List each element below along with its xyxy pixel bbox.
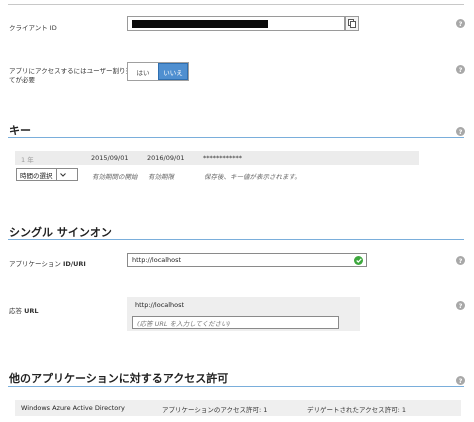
copy-button[interactable] (345, 16, 359, 31)
reply-url-value: http://localhost (135, 301, 185, 309)
copy-icon (348, 19, 356, 28)
client-id-field[interactable] (127, 16, 345, 31)
help-icon[interactable]: ? (456, 127, 465, 136)
chevron-down-icon (57, 169, 70, 180)
permissions-section-rule (8, 386, 464, 387)
new-key-end-placeholder: 有効期限 (148, 173, 174, 181)
permission-app-name: Windows Azure Active Directory (21, 404, 125, 412)
sso-section-rule (8, 239, 464, 240)
new-key-start-placeholder: 有効期間の開始 (92, 173, 138, 181)
app-id-uri-label: アプリケーション ID/URI (9, 260, 86, 268)
help-icon[interactable]: ? (456, 19, 465, 28)
help-icon[interactable]: ? (456, 256, 465, 265)
keys-section-rule (8, 137, 464, 138)
duration-select[interactable]: 時間の選択 (16, 168, 78, 181)
toggle-no-button[interactable]: いいえ (158, 63, 188, 80)
check-icon (354, 256, 363, 265)
help-icon[interactable]: ? (456, 65, 465, 74)
client-id-label: クライアント ID (9, 24, 57, 32)
access-assignment-label: アプリにアクセスするにはユーザー割り当 てが必要 (9, 67, 133, 84)
duration-select-value: 時間の選択 (17, 169, 57, 180)
access-assignment-toggle: はい いいえ (127, 62, 189, 81)
permission-row[interactable]: Windows Azure Active Directory アプリケーションの… (15, 400, 461, 416)
key-duration: 1 年 (21, 156, 34, 164)
top-divider (8, 4, 464, 5)
permissions-section-title: 他のアプリケーションに対するアクセス許可 (9, 372, 229, 385)
key-row: 1 年 2015/09/01 2016/09/01 ************ (15, 151, 419, 165)
key-start-date: 2015/09/01 (91, 154, 129, 162)
sso-section-title: シングル サインオン (9, 226, 112, 239)
toggle-yes-button[interactable]: はい (128, 63, 158, 80)
reply-url-label: 応答 URL (9, 307, 39, 315)
key-value: ************ (203, 154, 242, 162)
permission-app-count: アプリケーションのアクセス許可: 1 (162, 406, 268, 414)
app-id-uri-input[interactable]: http://localhost (127, 253, 367, 267)
permission-delegated-count: デリゲートされたアクセス許可: 1 (307, 406, 407, 414)
reply-url-list: http://localhost (応答 URL を入力してください) (127, 297, 360, 331)
help-icon[interactable]: ? (456, 301, 465, 310)
key-end-date: 2016/09/01 (147, 154, 185, 162)
client-id-redacted (132, 20, 268, 28)
new-key-value-hint: 保存後、キー値が表示されます。 (204, 173, 301, 181)
keys-section-title: キー (9, 124, 31, 137)
help-icon[interactable]: ? (456, 376, 465, 385)
reply-url-input[interactable]: (応答 URL を入力してください) (132, 316, 339, 329)
